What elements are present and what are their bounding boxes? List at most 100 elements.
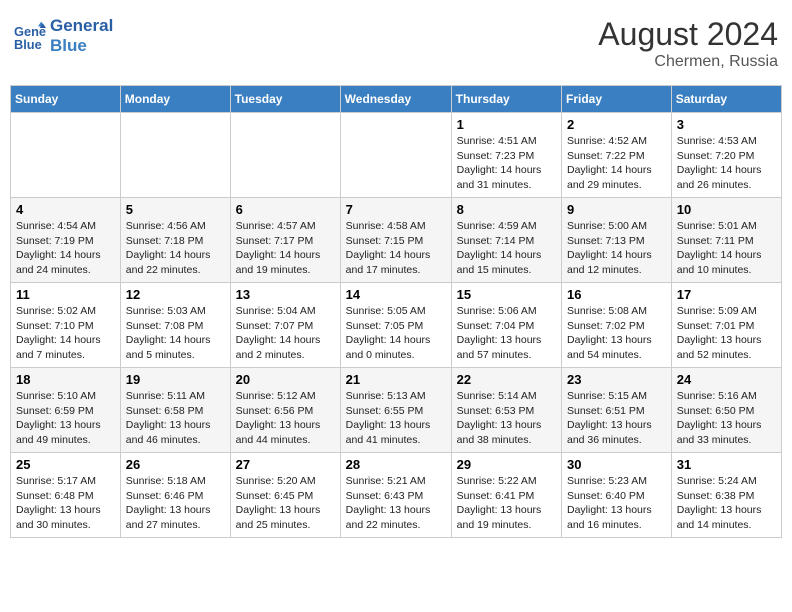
- week-row-5: 25 Sunrise: 5:17 AM Sunset: 6:48 PM Dayli…: [11, 453, 782, 538]
- day-number: 19: [126, 372, 225, 387]
- day-detail: Sunrise: 5:04 AM Sunset: 7:07 PM Dayligh…: [236, 304, 335, 363]
- day-cell: [11, 113, 121, 198]
- day-number: 28: [346, 457, 446, 472]
- day-number: 18: [16, 372, 115, 387]
- day-number: 20: [236, 372, 335, 387]
- day-detail: Sunrise: 5:01 AM Sunset: 7:11 PM Dayligh…: [677, 219, 776, 278]
- header-row: SundayMondayTuesdayWednesdayThursdayFrid…: [11, 86, 782, 113]
- day-cell: 19 Sunrise: 5:11 AM Sunset: 6:58 PM Dayli…: [120, 368, 230, 453]
- day-number: 16: [567, 287, 666, 302]
- day-detail: Sunrise: 4:53 AM Sunset: 7:20 PM Dayligh…: [677, 134, 776, 193]
- day-number: 9: [567, 202, 666, 217]
- week-row-1: 1 Sunrise: 4:51 AM Sunset: 7:23 PM Daylig…: [11, 113, 782, 198]
- day-detail: Sunrise: 4:51 AM Sunset: 7:23 PM Dayligh…: [457, 134, 556, 193]
- day-detail: Sunrise: 5:09 AM Sunset: 7:01 PM Dayligh…: [677, 304, 776, 363]
- day-detail: Sunrise: 5:14 AM Sunset: 6:53 PM Dayligh…: [457, 389, 556, 448]
- day-number: 13: [236, 287, 335, 302]
- day-number: 26: [126, 457, 225, 472]
- day-cell: 21Sunrise: 5:13 AM Sunset: 6:55 PM Dayli…: [340, 368, 451, 453]
- week-row-4: 18 Sunrise: 5:10 AM Sunset: 6:59 PM Dayli…: [11, 368, 782, 453]
- day-detail: Sunrise: 4:52 AM Sunset: 7:22 PM Dayligh…: [567, 134, 666, 193]
- day-detail: Sunrise: 4:56 AM Sunset: 7:18 PM Dayligh…: [126, 219, 225, 278]
- week-row-3: 11 Sunrise: 5:02 AM Sunset: 7:10 PM Dayli…: [11, 283, 782, 368]
- day-detail: Sunrise: 5:08 AM Sunset: 7:02 PM Dayligh…: [567, 304, 666, 363]
- col-header-tuesday: Tuesday: [230, 86, 340, 113]
- col-header-thursday: Thursday: [451, 86, 561, 113]
- day-detail: Sunrise: 5:23 AM Sunset: 6:40 PM Dayligh…: [567, 474, 666, 533]
- col-header-sunday: Sunday: [11, 86, 121, 113]
- day-cell: 25 Sunrise: 5:17 AM Sunset: 6:48 PM Dayli…: [11, 453, 121, 538]
- day-number: 17: [677, 287, 776, 302]
- day-cell: 11 Sunrise: 5:02 AM Sunset: 7:10 PM Dayli…: [11, 283, 121, 368]
- day-number: 4: [16, 202, 115, 217]
- logo: General Blue General Blue: [14, 16, 113, 57]
- day-number: 2: [567, 117, 666, 132]
- col-header-monday: Monday: [120, 86, 230, 113]
- page-header: General Blue General Blue August 2024 Ch…: [10, 10, 782, 77]
- day-detail: Sunrise: 5:15 AM Sunset: 6:51 PM Dayligh…: [567, 389, 666, 448]
- day-cell: 15 Sunrise: 5:06 AM Sunset: 7:04 PM Dayli…: [451, 283, 561, 368]
- day-detail: Sunrise: 4:57 AM Sunset: 7:17 PM Dayligh…: [236, 219, 335, 278]
- day-detail: Sunrise: 5:02 AM Sunset: 7:10 PM Dayligh…: [16, 304, 115, 363]
- day-number: 25: [16, 457, 115, 472]
- day-cell: 12 Sunrise: 5:03 AM Sunset: 7:08 PM Dayli…: [120, 283, 230, 368]
- day-cell: 29 Sunrise: 5:22 AM Sunset: 6:41 PM Dayli…: [451, 453, 561, 538]
- day-detail: Sunrise: 5:06 AM Sunset: 7:04 PM Dayligh…: [457, 304, 556, 363]
- col-header-saturday: Saturday: [671, 86, 781, 113]
- day-number: 31: [677, 457, 776, 472]
- day-cell: 23 Sunrise: 5:15 AM Sunset: 6:51 PM Dayli…: [562, 368, 672, 453]
- day-cell: 28Sunrise: 5:21 AM Sunset: 6:43 PM Dayli…: [340, 453, 451, 538]
- day-number: 1: [457, 117, 556, 132]
- day-cell: [230, 113, 340, 198]
- day-detail: Sunrise: 5:03 AM Sunset: 7:08 PM Dayligh…: [126, 304, 225, 363]
- day-detail: Sunrise: 5:13 AM Sunset: 6:55 PM Dayligh…: [346, 389, 446, 448]
- day-number: 29: [457, 457, 556, 472]
- day-cell: 3 Sunrise: 4:53 AM Sunset: 7:20 PM Daylig…: [671, 113, 781, 198]
- day-number: 12: [126, 287, 225, 302]
- col-header-friday: Friday: [562, 86, 672, 113]
- day-cell: 18 Sunrise: 5:10 AM Sunset: 6:59 PM Dayli…: [11, 368, 121, 453]
- day-detail: Sunrise: 5:24 AM Sunset: 6:38 PM Dayligh…: [677, 474, 776, 533]
- day-number: 14: [346, 287, 446, 302]
- day-detail: Sunrise: 5:12 AM Sunset: 6:56 PM Dayligh…: [236, 389, 335, 448]
- day-cell: 24 Sunrise: 5:16 AM Sunset: 6:50 PM Dayli…: [671, 368, 781, 453]
- month-year-title: August 2024: [598, 16, 778, 53]
- col-header-wednesday: Wednesday: [340, 86, 451, 113]
- day-cell: 22Sunrise: 5:14 AM Sunset: 6:53 PM Dayli…: [451, 368, 561, 453]
- day-cell: 9Sunrise: 5:00 AM Sunset: 7:13 PM Daylig…: [562, 198, 672, 283]
- day-number: 6: [236, 202, 335, 217]
- logo-text-line2: Blue: [50, 36, 113, 56]
- svg-text:Blue: Blue: [14, 37, 42, 52]
- day-cell: 2 Sunrise: 4:52 AM Sunset: 7:22 PM Daylig…: [562, 113, 672, 198]
- day-cell: 7Sunrise: 4:58 AM Sunset: 7:15 PM Daylig…: [340, 198, 451, 283]
- day-number: 15: [457, 287, 556, 302]
- day-detail: Sunrise: 5:16 AM Sunset: 6:50 PM Dayligh…: [677, 389, 776, 448]
- day-number: 23: [567, 372, 666, 387]
- day-number: 5: [126, 202, 225, 217]
- day-number: 24: [677, 372, 776, 387]
- day-cell: 31 Sunrise: 5:24 AM Sunset: 6:38 PM Dayli…: [671, 453, 781, 538]
- day-cell: 6 Sunrise: 4:57 AM Sunset: 7:17 PM Daylig…: [230, 198, 340, 283]
- day-number: 8: [457, 202, 556, 217]
- day-number: 27: [236, 457, 335, 472]
- day-cell: [340, 113, 451, 198]
- title-block: August 2024 Chermen, Russia: [598, 16, 778, 71]
- day-cell: 13 Sunrise: 5:04 AM Sunset: 7:07 PM Dayli…: [230, 283, 340, 368]
- day-cell: 4Sunrise: 4:54 AM Sunset: 7:19 PM Daylig…: [11, 198, 121, 283]
- day-detail: Sunrise: 5:17 AM Sunset: 6:48 PM Dayligh…: [16, 474, 115, 533]
- day-detail: Sunrise: 5:22 AM Sunset: 6:41 PM Dayligh…: [457, 474, 556, 533]
- location-subtitle: Chermen, Russia: [598, 53, 778, 71]
- day-number: 11: [16, 287, 115, 302]
- logo-icon: General Blue: [14, 20, 46, 52]
- day-number: 10: [677, 202, 776, 217]
- day-detail: Sunrise: 5:10 AM Sunset: 6:59 PM Dayligh…: [16, 389, 115, 448]
- day-cell: 8 Sunrise: 4:59 AM Sunset: 7:14 PM Daylig…: [451, 198, 561, 283]
- day-detail: Sunrise: 4:59 AM Sunset: 7:14 PM Dayligh…: [457, 219, 556, 278]
- day-detail: Sunrise: 5:11 AM Sunset: 6:58 PM Dayligh…: [126, 389, 225, 448]
- calendar-table: SundayMondayTuesdayWednesdayThursdayFrid…: [10, 85, 782, 538]
- day-detail: Sunrise: 4:58 AM Sunset: 7:15 PM Dayligh…: [346, 219, 446, 278]
- day-cell: 5 Sunrise: 4:56 AM Sunset: 7:18 PM Daylig…: [120, 198, 230, 283]
- day-cell: 20 Sunrise: 5:12 AM Sunset: 6:56 PM Dayli…: [230, 368, 340, 453]
- logo-text-line1: General: [50, 16, 113, 36]
- day-number: 3: [677, 117, 776, 132]
